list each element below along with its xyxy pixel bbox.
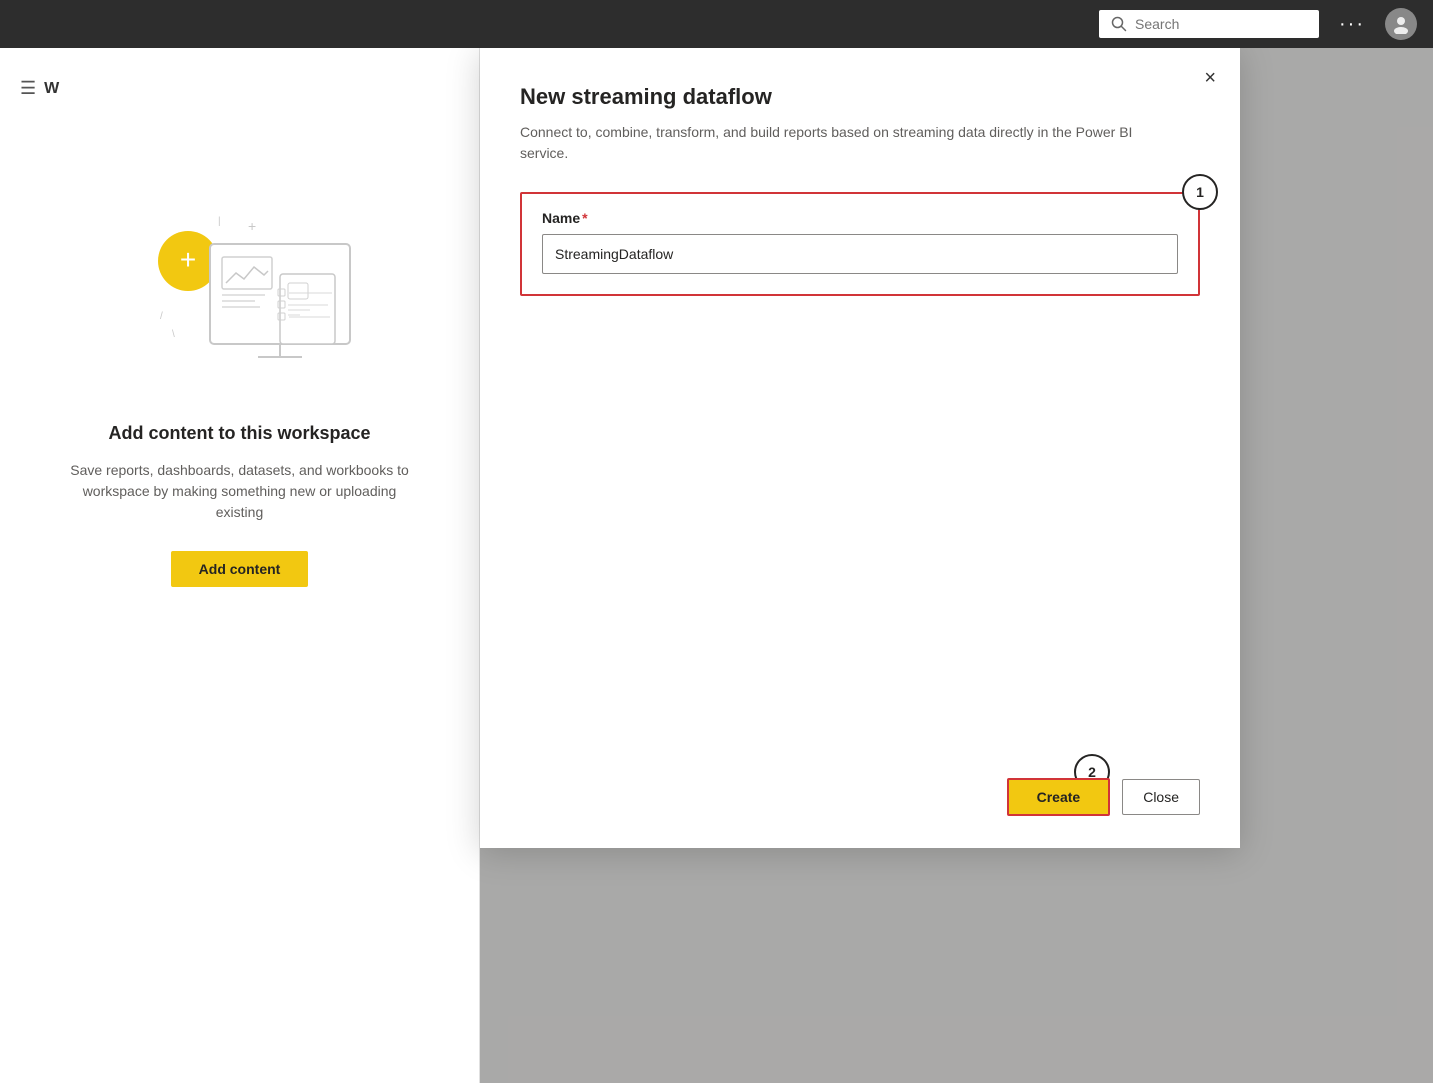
name-label: Name*: [542, 210, 1178, 226]
new-streaming-dataflow-dialog: × New streaming dataflow Connect to, com…: [480, 48, 1240, 848]
dialog-footer: 2 Create Close: [520, 778, 1200, 816]
workspace-illustration: + + + | / \: [100, 179, 380, 399]
user-icon: [1391, 14, 1411, 34]
main-area: ☰ W + + + | / \: [0, 48, 1433, 1083]
close-button[interactable]: Close: [1122, 779, 1200, 815]
workspace-add-desc: Save reports, dashboards, datasets, and …: [70, 460, 410, 523]
required-star: *: [582, 210, 587, 226]
dialog-title: New streaming dataflow: [520, 84, 1200, 110]
topbar: ···: [0, 0, 1433, 48]
svg-text:+: +: [248, 218, 256, 234]
workspace-title: W: [44, 80, 59, 98]
name-input[interactable]: [542, 234, 1178, 274]
hamburger-icon: ☰: [20, 78, 36, 99]
illustration-container: + + + | / \: [70, 179, 410, 587]
add-content-button[interactable]: Add content: [171, 551, 309, 587]
workspace-add-title: Add content to this workspace: [108, 423, 370, 444]
workspace-header: ☰ W: [20, 78, 459, 99]
create-button[interactable]: Create: [1007, 778, 1111, 816]
search-icon: [1111, 16, 1127, 32]
dialog-description: Connect to, combine, transform, and buil…: [520, 122, 1180, 164]
create-btn-wrapper: Create: [1007, 778, 1111, 816]
svg-text:+: +: [179, 244, 195, 275]
right-panel-overlay: × New streaming dataflow Connect to, com…: [480, 48, 1433, 1083]
dialog-spacer: [520, 320, 1200, 754]
avatar[interactable]: [1385, 8, 1417, 40]
svg-text:/: /: [160, 311, 163, 322]
callout-1-badge: 1: [1182, 174, 1218, 210]
search-box[interactable]: [1099, 10, 1319, 38]
svg-text:\: \: [172, 329, 175, 340]
search-input[interactable]: [1135, 16, 1307, 32]
left-panel: ☰ W + + + | / \: [0, 48, 480, 1083]
svg-text:|: |: [218, 216, 221, 227]
name-section: 1 Name*: [520, 192, 1200, 296]
more-options-button[interactable]: ···: [1331, 9, 1373, 40]
dialog-close-button[interactable]: ×: [1204, 68, 1216, 88]
